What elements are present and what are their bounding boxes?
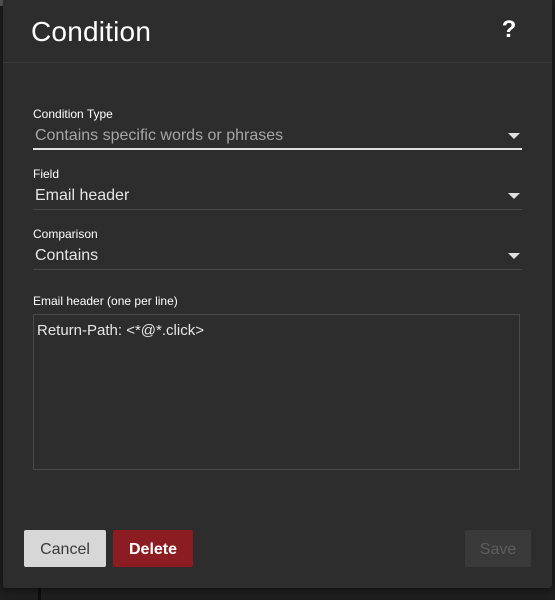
condition-type-label: Condition Type xyxy=(33,107,113,121)
comparison-select[interactable]: Contains xyxy=(33,245,522,270)
condition-type-select[interactable]: Contains specific words or phrases xyxy=(33,125,522,150)
values-box-label: Email header (one per line) xyxy=(33,294,178,308)
comparison-field: Comparison Contains xyxy=(33,227,522,270)
condition-dialog: Condition ? Condition Type Contains spec… xyxy=(3,0,552,588)
field-field: Field Email header xyxy=(33,167,522,210)
caret-down-icon xyxy=(508,193,520,199)
comparison-value: Contains xyxy=(35,247,99,264)
question-mark-icon[interactable]: ? xyxy=(499,16,519,44)
field-select[interactable]: Email header xyxy=(33,185,522,210)
dialog-title: Condition xyxy=(31,16,152,47)
backdrop-divider xyxy=(38,588,41,600)
dialog-header: Condition ? xyxy=(3,0,552,63)
caret-down-icon xyxy=(508,133,520,139)
comparison-label: Comparison xyxy=(33,227,98,241)
cancel-button[interactable]: Cancel xyxy=(24,530,106,567)
field-label: Field xyxy=(33,167,60,181)
caret-down-icon xyxy=(508,253,520,259)
delete-button[interactable]: Delete xyxy=(113,530,193,567)
field-value: Email header xyxy=(35,187,130,204)
save-button[interactable]: Save xyxy=(465,530,531,567)
condition-type-field: Condition Type Contains specific words o… xyxy=(33,107,522,150)
condition-type-value: Contains specific words or phrases xyxy=(35,127,284,144)
values-textarea[interactable]: Return-Path: <*@*.click> xyxy=(33,314,520,470)
